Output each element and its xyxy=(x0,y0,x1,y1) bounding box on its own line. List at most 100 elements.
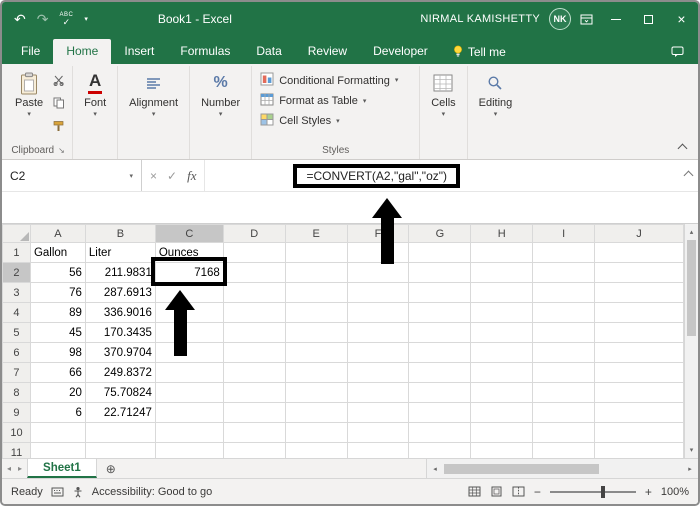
page-layout-view-icon[interactable] xyxy=(490,486,503,497)
cell-H6[interactable] xyxy=(470,342,534,363)
cell-F5[interactable] xyxy=(346,322,410,343)
row-header-4[interactable]: 4 xyxy=(2,302,31,323)
spellcheck-icon[interactable]: ABC ✓ xyxy=(59,12,73,27)
horizontal-scrollbar[interactable]: ◂ ▸ xyxy=(426,459,698,478)
cell-H1[interactable] xyxy=(470,242,534,263)
cell-B1[interactable]: Liter xyxy=(84,242,156,263)
cell-J9[interactable] xyxy=(594,402,684,423)
cell-E11[interactable] xyxy=(284,442,348,458)
normal-view-icon[interactable] xyxy=(468,486,481,497)
cell-I4[interactable] xyxy=(532,302,596,323)
cell-C6[interactable] xyxy=(154,342,224,363)
cell-D6[interactable] xyxy=(222,342,286,363)
cell-D11[interactable] xyxy=(222,442,286,458)
cell-J1[interactable] xyxy=(594,242,684,263)
previous-sheet-icon[interactable]: ◂ xyxy=(7,464,11,473)
cell-A8[interactable]: 20 xyxy=(29,382,86,403)
cell-A5[interactable]: 45 xyxy=(29,322,86,343)
cut-icon[interactable] xyxy=(53,73,65,91)
col-header-H[interactable]: H xyxy=(470,224,534,243)
horizontal-scrollbar-thumb[interactable] xyxy=(444,463,599,474)
cell-H4[interactable] xyxy=(470,302,534,323)
cell-B8[interactable]: 75.70824 xyxy=(84,382,156,403)
row-header-3[interactable]: 3 xyxy=(2,282,31,303)
cell-A1[interactable]: Gallon xyxy=(29,242,86,263)
col-header-A[interactable]: A xyxy=(29,224,86,243)
horizontal-scrollbar-track[interactable] xyxy=(443,463,682,474)
cell-F2[interactable] xyxy=(346,262,410,283)
cell-C1[interactable]: Ounces xyxy=(154,242,224,263)
cell-B11[interactable] xyxy=(84,442,156,458)
cell-G5[interactable] xyxy=(408,322,472,343)
conditional-formatting-button[interactable]: Conditional Formatting ▾ xyxy=(260,72,411,89)
cell-F6[interactable] xyxy=(346,342,410,363)
row-header-9[interactable]: 9 xyxy=(2,402,31,423)
format-as-table-button[interactable]: Format as Table ▾ xyxy=(260,93,411,109)
cell-I8[interactable] xyxy=(532,382,596,403)
scroll-down-icon[interactable]: ▾ xyxy=(685,442,698,458)
new-sheet-icon[interactable]: ⊕ xyxy=(97,459,125,478)
number-button[interactable]: % Number ▾ xyxy=(194,67,247,159)
cell-I3[interactable] xyxy=(532,282,596,303)
cell-A11[interactable] xyxy=(29,442,86,458)
cell-J11[interactable] xyxy=(594,442,684,458)
cell-D7[interactable] xyxy=(222,362,286,383)
cell-B4[interactable]: 336.9016 xyxy=(84,302,156,323)
cell-J7[interactable] xyxy=(594,362,684,383)
cell-I2[interactable] xyxy=(532,262,596,283)
cell-A9[interactable]: 6 xyxy=(29,402,86,423)
maximize-button[interactable] xyxy=(632,2,665,36)
cell-E2[interactable] xyxy=(284,262,348,283)
cell-F11[interactable] xyxy=(346,442,410,458)
cell-H8[interactable] xyxy=(470,382,534,403)
row-header-5[interactable]: 5 xyxy=(2,322,31,343)
cell-E7[interactable] xyxy=(284,362,348,383)
comments-icon[interactable] xyxy=(671,46,692,64)
cell-I10[interactable] xyxy=(532,422,596,443)
scroll-right-icon[interactable]: ▸ xyxy=(682,465,698,473)
format-painter-icon[interactable] xyxy=(53,119,65,137)
qat-dropdown-icon[interactable]: ▾ xyxy=(84,15,88,23)
cell-C7[interactable] xyxy=(154,362,224,383)
cell-I11[interactable] xyxy=(532,442,596,458)
cell-E1[interactable] xyxy=(284,242,348,263)
cell-J6[interactable] xyxy=(594,342,684,363)
cell-G7[interactable] xyxy=(408,362,472,383)
cell-C2[interactable]: 7168 xyxy=(154,262,224,283)
tab-file[interactable]: File xyxy=(8,39,53,64)
cell-J10[interactable] xyxy=(594,422,684,443)
cell-A10[interactable] xyxy=(29,422,86,443)
row-header-6[interactable]: 6 xyxy=(2,342,31,363)
accessibility-status[interactable]: Accessibility: Good to go xyxy=(92,486,212,498)
copy-icon[interactable] xyxy=(53,96,65,114)
page-break-view-icon[interactable] xyxy=(512,486,525,497)
tab-home[interactable]: Home xyxy=(53,39,112,64)
cell-F9[interactable] xyxy=(346,402,410,423)
cell-D2[interactable] xyxy=(222,262,286,283)
clipboard-dialog-launcher-icon[interactable]: ↘ xyxy=(58,146,65,155)
tab-data[interactable]: Data xyxy=(243,39,294,64)
cell-D1[interactable] xyxy=(222,242,286,263)
accessibility-icon[interactable] xyxy=(72,486,84,498)
col-header-E[interactable]: E xyxy=(284,224,348,243)
cell-D8[interactable] xyxy=(222,382,286,403)
scroll-left-icon[interactable]: ◂ xyxy=(427,465,443,473)
cell-C10[interactable] xyxy=(154,422,224,443)
formula-input[interactable]: =CONVERT(A2,"gal","oz") xyxy=(205,160,698,191)
row-header-8[interactable]: 8 xyxy=(2,382,31,403)
avatar[interactable]: NK xyxy=(549,8,571,30)
row-header-11[interactable]: 11 xyxy=(2,442,31,458)
cell-D9[interactable] xyxy=(222,402,286,423)
enter-icon[interactable]: ✓ xyxy=(167,169,177,183)
cell-I7[interactable] xyxy=(532,362,596,383)
next-sheet-icon[interactable]: ▸ xyxy=(18,464,22,473)
cell-G10[interactable] xyxy=(408,422,472,443)
cell-H3[interactable] xyxy=(470,282,534,303)
alignment-button[interactable]: Alignment ▾ xyxy=(122,67,185,159)
cell-F7[interactable] xyxy=(346,362,410,383)
collapse-ribbon-icon[interactable] xyxy=(677,143,688,154)
cell-J3[interactable] xyxy=(594,282,684,303)
cell-B7[interactable]: 249.8372 xyxy=(84,362,156,383)
cell-E9[interactable] xyxy=(284,402,348,423)
zoom-slider[interactable] xyxy=(549,485,636,498)
